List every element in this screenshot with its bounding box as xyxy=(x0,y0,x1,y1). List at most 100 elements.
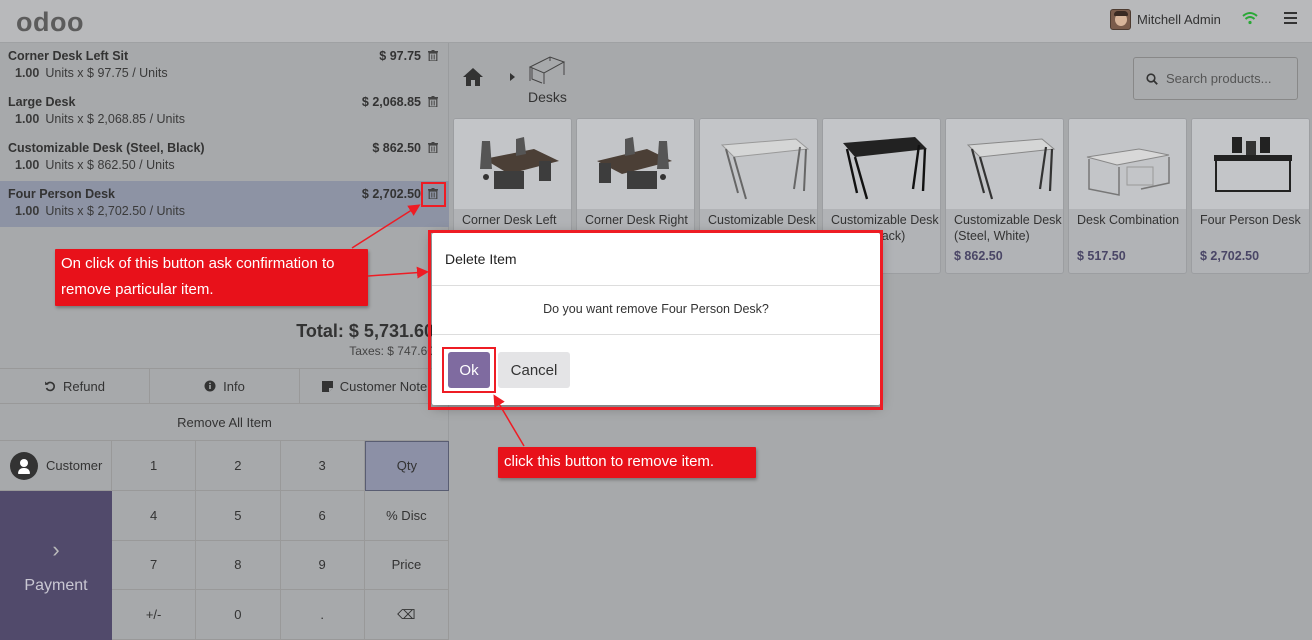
undo-icon xyxy=(45,381,55,392)
numpad-mode-price[interactable]: Price xyxy=(364,540,449,591)
order-line-detail: 1.00 Units x $ 2,068.85 / Units xyxy=(15,112,185,126)
annotation-callout-remove: click this button to remove item. xyxy=(498,447,756,478)
numpad-key-0[interactable]: 0 xyxy=(196,590,281,640)
product-image xyxy=(1069,119,1186,209)
trash-icon[interactable] xyxy=(428,96,438,107)
customer-button[interactable]: Customer xyxy=(0,441,112,491)
numpad-key-3[interactable]: 3 xyxy=(280,441,365,491)
dialog-title: Delete Item xyxy=(445,251,517,267)
trash-icon[interactable] xyxy=(428,188,438,199)
order-line-selected[interactable]: Four Person Desk $ 2,702.50 1.00 Units x … xyxy=(0,181,449,227)
product-price: $ 862.50 xyxy=(954,249,1003,263)
numpad-key-8[interactable]: 8 xyxy=(196,540,281,591)
top-navbar: odoo Mitchell Admin xyxy=(0,0,1312,43)
trash-icon[interactable] xyxy=(428,50,438,61)
payment-button[interactable]: › Payment xyxy=(0,491,112,640)
annotation-callout-confirm: On click of this button ask confirmation… xyxy=(55,249,368,306)
search-box[interactable] xyxy=(1133,57,1298,100)
order-line[interactable]: Large Desk $ 2,068.85 1.00 Units x $ 2,06… xyxy=(0,89,449,135)
note-icon xyxy=(321,380,333,392)
info-button[interactable]: Info xyxy=(150,369,300,403)
order-line-qty: 1.00 xyxy=(15,112,40,126)
numpad-key-7[interactable]: 7 xyxy=(112,540,197,591)
breadcrumb-category[interactable]: Desks xyxy=(528,89,567,105)
refund-label: Refund xyxy=(63,378,105,394)
order-line-detail: 1.00 Units x $ 97.75 / Units xyxy=(15,66,168,80)
order-line-qty: 1.00 xyxy=(15,158,40,172)
dialog-divider xyxy=(432,285,880,286)
numpad-backspace[interactable]: ⌫ xyxy=(364,590,449,640)
order-line-unit-info: Units x $ 862.50 / Units xyxy=(45,158,175,172)
odoo-logo: odoo xyxy=(16,7,84,37)
trash-icon[interactable] xyxy=(428,142,438,153)
info-label: Info xyxy=(223,378,245,394)
search-icon xyxy=(1146,72,1158,85)
product-image xyxy=(700,119,817,209)
order-line-unit-info: Units x $ 2,068.85 / Units xyxy=(45,112,185,126)
numpad-mode-discount[interactable]: % Disc xyxy=(364,490,449,541)
product-card[interactable]: Desk Combination $ 517.50 xyxy=(1068,118,1187,274)
order-panel: Corner Desk Left Sit $ 97.75 1.00 Units x… xyxy=(0,43,449,640)
remove-all-button[interactable]: Remove All Item xyxy=(0,404,449,441)
dialog-divider xyxy=(432,334,880,335)
numpad-key-5[interactable]: 5 xyxy=(196,490,281,541)
order-line-detail: 1.00 Units x $ 862.50 / Units xyxy=(15,158,175,172)
numpad-key-2[interactable]: 2 xyxy=(196,441,281,491)
order-taxes: Taxes: $ 747.60 xyxy=(349,344,434,358)
search-input[interactable] xyxy=(1166,71,1286,86)
dialog-message: Do you want remove Four Person Desk? xyxy=(543,302,769,316)
product-card[interactable]: Customizable Desk (Steel, White) $ 862.5… xyxy=(945,118,1064,274)
numpad: 1 2 3 Qty 4 5 6 % Disc 7 8 9 Price +/- 0… xyxy=(112,441,449,640)
product-price: $ 2,702.50 xyxy=(1200,249,1260,263)
product-name: Four Person Desk xyxy=(1200,213,1301,227)
order-line[interactable]: Corner Desk Left Sit $ 97.75 1.00 Units x… xyxy=(0,43,449,89)
order-line[interactable]: Customizable Desk (Steel, Black) $ 862.5… xyxy=(0,135,449,181)
product-name: Desk Combination xyxy=(1077,213,1180,227)
numpad-key-4[interactable]: 4 xyxy=(112,490,197,541)
product-image xyxy=(823,119,940,209)
cancel-button[interactable]: Cancel xyxy=(498,352,570,388)
order-total: Total: $ 5,731.60 xyxy=(296,321,434,341)
customer-label: Customer xyxy=(46,458,103,473)
user-menu[interactable]: Mitchell Admin xyxy=(1110,9,1221,30)
breadcrumb-separator-icon xyxy=(510,73,515,81)
order-line-name: Large Desk xyxy=(8,95,76,109)
product-image xyxy=(577,119,694,209)
order-totals: Total: $ 5,731.60 Taxes: $ 747.60 xyxy=(296,321,434,358)
desk-category-icon[interactable] xyxy=(528,53,566,85)
numpad-key-1[interactable]: 1 xyxy=(112,441,197,491)
numpad-key-9[interactable]: 9 xyxy=(280,540,365,591)
home-icon[interactable] xyxy=(462,67,484,87)
numpad-mode-qty[interactable]: Qty xyxy=(364,441,449,491)
hamburger-menu-icon[interactable] xyxy=(1284,12,1297,24)
product-image xyxy=(454,119,571,209)
order-line-price: $ 2,068.85 xyxy=(361,95,421,109)
user-icon xyxy=(10,451,38,480)
customer-note-button[interactable]: Customer Note xyxy=(300,369,449,403)
payment-label: Payment xyxy=(24,576,88,594)
user-avatar xyxy=(1110,9,1131,30)
delete-item-dialog: Delete Item Do you want remove Four Pers… xyxy=(432,233,880,405)
order-line-detail: 1.00 Units x $ 2,702.50 / Units xyxy=(15,204,185,218)
user-name: Mitchell Admin xyxy=(1137,12,1221,27)
product-card[interactable]: Four Person Desk $ 2,702.50 xyxy=(1191,118,1310,274)
chevron-right-icon: › xyxy=(52,536,60,562)
order-line-unit-info: Units x $ 97.75 / Units xyxy=(45,66,168,80)
order-line-price: $ 2,702.50 xyxy=(361,187,421,201)
order-line-qty: 1.00 xyxy=(15,66,40,80)
order-line-price: $ 97.75 xyxy=(379,49,421,63)
numpad-key-plus-minus[interactable]: +/- xyxy=(112,590,197,640)
order-line-name: Four Person Desk xyxy=(8,187,115,201)
customer-note-label: Customer Note xyxy=(339,378,428,394)
product-image xyxy=(1192,119,1309,209)
product-image xyxy=(946,119,1063,209)
numpad-key-decimal[interactable]: . xyxy=(280,590,365,640)
order-line-unit-info: Units x $ 2,702.50 / Units xyxy=(45,204,185,218)
refund-button[interactable]: Refund xyxy=(0,369,150,403)
numpad-key-6[interactable]: 6 xyxy=(280,490,365,541)
wifi-icon xyxy=(1242,12,1258,25)
ok-button[interactable]: Ok xyxy=(448,352,490,388)
product-price: $ 517.50 xyxy=(1077,249,1126,263)
order-line-price: $ 862.50 xyxy=(372,141,421,155)
order-line-qty: 1.00 xyxy=(15,204,40,218)
